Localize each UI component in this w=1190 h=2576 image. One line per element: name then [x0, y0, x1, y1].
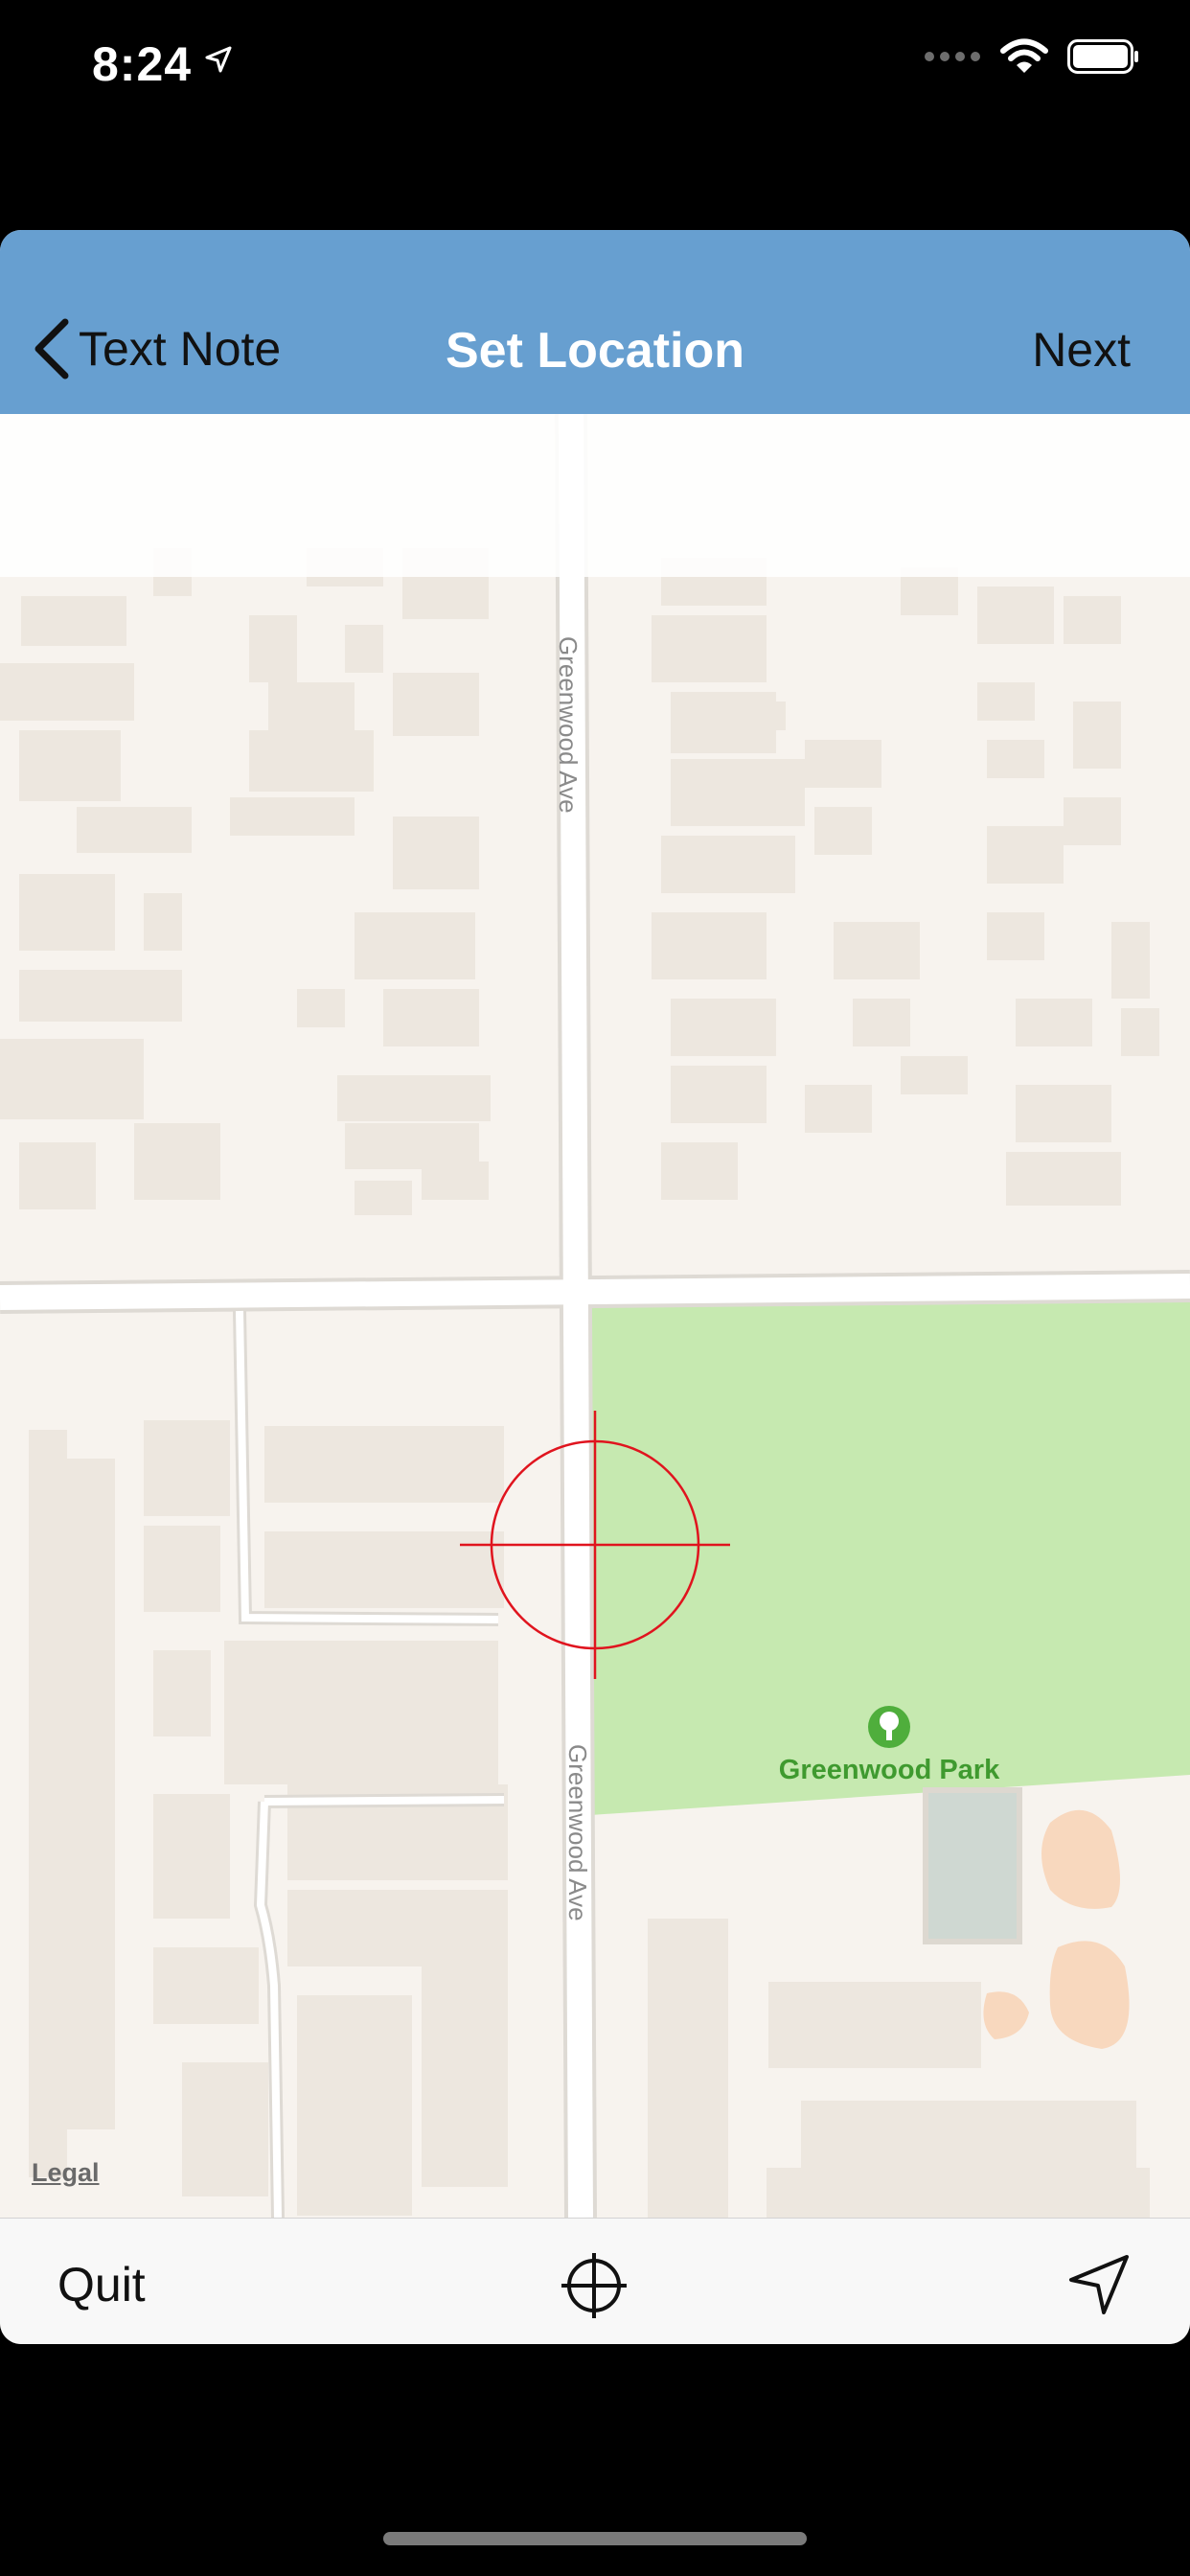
next-button[interactable]: Next — [1032, 322, 1131, 378]
court-area — [923, 1787, 1022, 1944]
set-location-screen: Text Note Set Location Next Greenwood Av… — [0, 230, 1190, 2344]
street-label-greenwood-ave: Greenwood Ave — [554, 636, 583, 814]
crosshair-icon[interactable] — [560, 2251, 629, 2320]
bottom-toolbar: Quit — [0, 2218, 1190, 2344]
navigation-bar: Text Note Set Location Next — [0, 230, 1190, 414]
legal-link[interactable]: Legal — [32, 2158, 100, 2188]
tree-icon[interactable] — [868, 1706, 910, 1748]
battery-icon — [1067, 39, 1138, 74]
quit-button[interactable]: Quit — [57, 2257, 146, 2312]
home-indicator — [383, 2532, 807, 2545]
park-label: Greenwood Park — [779, 1755, 1000, 1785]
navigation-arrow-icon[interactable] — [1065, 2251, 1133, 2318]
status-bar: 8:24 — [0, 0, 1190, 134]
status-icons — [924, 38, 1140, 75]
street-label-greenwood-ave: Greenwood Ave — [563, 1744, 592, 1921]
map-view[interactable]: Greenwood Ave Greenwood Ave Greenwood Pa… — [0, 413, 1190, 2219]
search-strip — [0, 414, 1190, 577]
status-time: 8:24 — [92, 37, 193, 91]
location-arrow-icon — [205, 46, 232, 73]
map-canvas[interactable]: Greenwood Ave Greenwood Ave Greenwood Pa… — [0, 413, 1190, 2219]
wifi-icon — [1000, 38, 1048, 73]
page-title: Set Location — [445, 323, 745, 379]
signal-dots-icon — [925, 52, 980, 61]
